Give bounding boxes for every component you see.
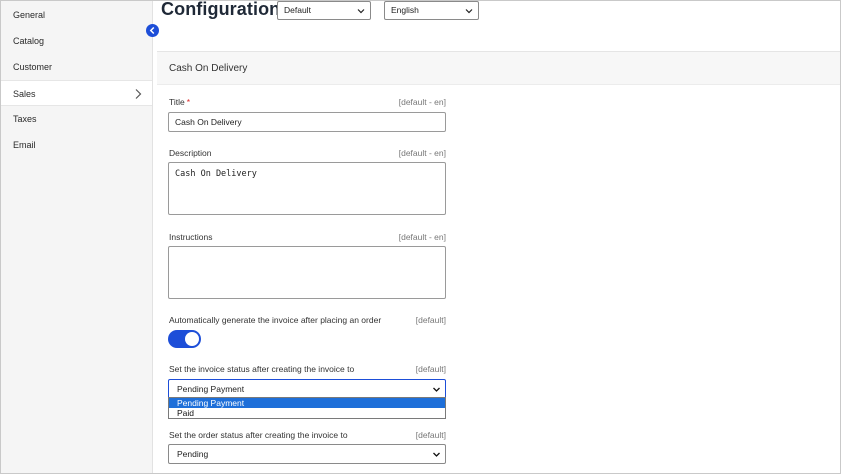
auto-invoice-scope: [default] bbox=[415, 315, 446, 325]
sidebar-item-general[interactable]: General bbox=[1, 2, 152, 28]
instructions-scope: [default - en] bbox=[398, 232, 446, 242]
section-title: Cash On Delivery bbox=[157, 52, 840, 85]
sidebar-item-label: Email bbox=[13, 140, 36, 150]
toggle-knob bbox=[185, 332, 199, 346]
sidebar-item-email[interactable]: Email bbox=[1, 132, 152, 158]
order-status-label: Set the order status after creating the … bbox=[169, 430, 348, 440]
sidebar-item-customer[interactable]: Customer bbox=[1, 54, 152, 80]
invoice-status-label: Set the invoice status after creating th… bbox=[169, 364, 355, 374]
channel-select[interactable]: Default bbox=[277, 1, 371, 20]
locale-select[interactable]: English bbox=[384, 1, 479, 20]
chevron-left-icon bbox=[149, 26, 155, 35]
title-input[interactable]: Cash On Delivery bbox=[168, 112, 446, 132]
chevron-down-icon bbox=[357, 9, 365, 14]
order-status-value: Pending bbox=[177, 449, 209, 459]
invoice-status-value: Pending Payment bbox=[177, 384, 245, 394]
auto-invoice-label: Automatically generate the invoice after… bbox=[169, 315, 382, 325]
instructions-label: Instructions bbox=[169, 232, 213, 242]
invoice-status-scope: [default] bbox=[415, 364, 446, 374]
title-label: Title * bbox=[169, 97, 190, 107]
sidebar-item-label: Sales bbox=[13, 89, 36, 99]
description-scope: [default - en] bbox=[398, 148, 446, 158]
invoice-status-dropdown-list: Pending Payment Paid bbox=[168, 397, 446, 419]
app-window: General Catalog Customer Sales Taxes Ema… bbox=[0, 0, 841, 474]
chevron-right-icon bbox=[135, 89, 142, 99]
title-scope: [default - en] bbox=[398, 97, 446, 107]
order-status-select[interactable]: Pending bbox=[168, 444, 446, 464]
dropdown-option-pending-payment[interactable]: Pending Payment bbox=[169, 398, 445, 408]
sidebar-collapse-button[interactable] bbox=[146, 24, 159, 37]
channel-select-value: Default bbox=[284, 5, 311, 15]
sidebar-item-label: Customer bbox=[13, 62, 53, 72]
instructions-textarea[interactable] bbox=[168, 246, 446, 299]
sidebar-item-taxes[interactable]: Taxes bbox=[1, 106, 152, 132]
chevron-down-icon bbox=[465, 9, 473, 14]
chevron-down-icon bbox=[433, 387, 440, 392]
chevron-down-icon bbox=[433, 452, 440, 457]
sidebar-item-label: General bbox=[13, 10, 46, 20]
sidebar-item-label: Catalog bbox=[13, 36, 45, 46]
sidebar-item-catalog[interactable]: Catalog bbox=[1, 28, 152, 54]
description-label: Description bbox=[169, 148, 212, 158]
invoice-status-select[interactable]: Pending Payment bbox=[168, 379, 446, 399]
sidebar-item-sales[interactable]: Sales bbox=[1, 80, 152, 106]
locale-select-value: English bbox=[391, 5, 419, 15]
page-title: Configuration bbox=[161, 0, 281, 19]
sidebar-item-label: Taxes bbox=[13, 114, 37, 124]
sidebar: General Catalog Customer Sales Taxes Ema… bbox=[1, 1, 153, 473]
order-status-scope: [default] bbox=[415, 430, 446, 440]
auto-invoice-toggle[interactable] bbox=[168, 330, 201, 348]
description-textarea[interactable]: Cash On Delivery bbox=[168, 162, 446, 215]
required-mark: * bbox=[186, 97, 191, 107]
dropdown-option-paid[interactable]: Paid bbox=[169, 408, 445, 418]
title-label-text: Title bbox=[169, 97, 185, 107]
